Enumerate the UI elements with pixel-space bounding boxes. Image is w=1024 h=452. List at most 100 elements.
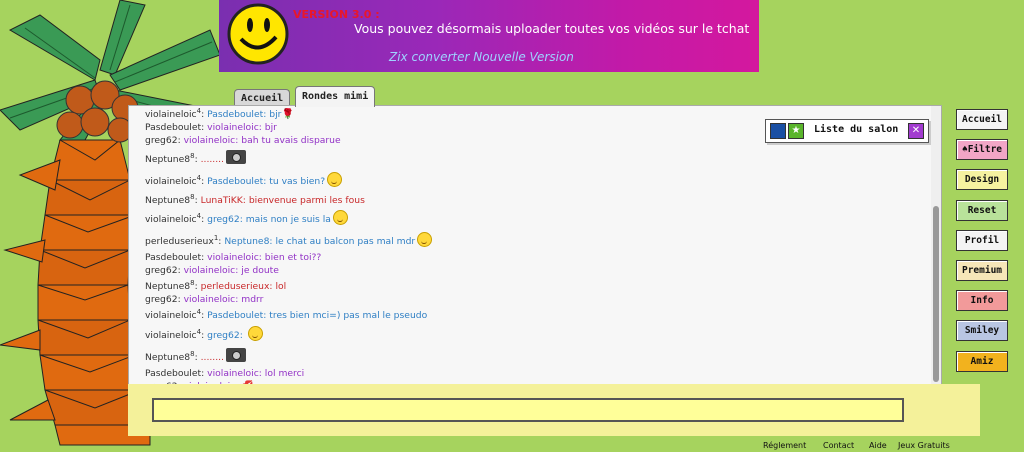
message-text: ........	[200, 351, 224, 363]
message-recipient[interactable]: greg62	[207, 330, 240, 341]
rose-icon: 🌹	[281, 109, 294, 121]
star-icon[interactable]: ★	[788, 123, 804, 139]
chat-message: violaineloic4: Pasdeboulet: tu vas bien?	[145, 169, 905, 191]
side-button-filtre[interactable]: ♠Filtre	[956, 139, 1008, 160]
message-list: violaineloic4: Pasdeboulet: bjr🌹 Pasdebou…	[145, 106, 905, 385]
tab-rondes-mimi[interactable]: Rondes mimi	[295, 86, 376, 107]
side-button-profil[interactable]: Profil	[956, 230, 1008, 251]
side-button-amiz[interactable]: Amiz	[956, 351, 1008, 372]
chat-message: violaineloic4: greg62:	[145, 323, 905, 345]
message-recipient[interactable]: Pasdeboulet	[207, 109, 263, 120]
message-text: bjr	[269, 109, 282, 121]
smiley-emoticon-icon	[247, 325, 263, 341]
sender-level: 4	[196, 327, 202, 336]
message-recipient[interactable]: greg62	[207, 214, 240, 225]
room-list-label: Liste du salon	[814, 124, 899, 135]
side-button-info[interactable]: Info	[956, 290, 1008, 311]
sender-level: 1	[213, 234, 219, 243]
message-recipient[interactable]: violaineloic	[207, 122, 259, 133]
message-sender[interactable]: Pasdeboulet	[145, 368, 201, 379]
sender-level: 4	[196, 174, 202, 183]
message-recipient[interactable]: violaineloic	[207, 368, 259, 379]
camera-icon	[225, 347, 246, 362]
message-sender[interactable]: Neptune8	[145, 154, 190, 165]
message-text: je doute	[241, 265, 279, 277]
message-sender[interactable]: Pasdeboulet	[145, 122, 201, 133]
message-sender[interactable]: greg62	[145, 135, 178, 146]
smiley-emoticon-icon	[332, 210, 348, 226]
message-recipient[interactable]: Neptune8	[224, 236, 269, 247]
sender-level: 4	[196, 212, 202, 221]
chat-message: violaineloic4: greg62: mais non je suis …	[145, 207, 905, 229]
sender-level: 8	[190, 152, 195, 161]
sender-level: 4	[196, 107, 202, 115]
message-text: tres bien mci=) pas mal le pseudo	[269, 310, 428, 322]
footer-link-jeux-gratuits[interactable]: Jeux Gratuits	[898, 441, 950, 450]
message-sender[interactable]: Neptune8	[145, 281, 190, 292]
message-recipient[interactable]: LunaTiKK	[201, 195, 243, 206]
message-recipient[interactable]: violaineloic	[184, 265, 236, 276]
close-icon[interactable]: ✕	[908, 123, 924, 139]
message-sender[interactable]: Pasdeboulet	[145, 252, 201, 263]
message-text: bien et toi??	[264, 252, 322, 264]
chat-scrollbar[interactable]	[931, 106, 941, 385]
message-recipient[interactable]: violaineloic	[184, 135, 236, 146]
message-text: tu vas bien?	[269, 176, 326, 188]
message-text: bienvenue parmi les fous	[248, 195, 365, 207]
zix-converter-link[interactable]: Zix converter Nouvelle Version	[389, 50, 574, 64]
sender-level: 8	[190, 349, 195, 358]
side-button-smiley[interactable]: Smiley	[956, 320, 1008, 341]
message-recipient[interactable]: perleduserieux	[201, 281, 270, 292]
message-text: bah tu avais disparue	[241, 135, 341, 147]
message-recipient[interactable]: violaineloic	[184, 294, 236, 305]
chat-message-panel[interactable]: violaineloic4: Pasdeboulet: bjr🌹 Pasdebou…	[128, 105, 942, 386]
message-text: lol merci	[264, 367, 305, 379]
sender-level: 8	[190, 193, 195, 202]
message-sender[interactable]: perleduserieux	[145, 236, 214, 247]
chat-message: Pasdeboulet: violaineloic: lol merci	[145, 367, 305, 379]
message-recipient[interactable]: Pasdeboulet	[207, 176, 263, 187]
message-sender[interactable]: violaineloic	[145, 176, 197, 187]
side-button-reset[interactable]: Reset	[956, 200, 1008, 221]
message-sender[interactable]: violaineloic	[145, 330, 197, 341]
footer-link-aide[interactable]: Aide	[869, 441, 887, 450]
message-input-bar	[128, 384, 980, 436]
message-sender[interactable]: Neptune8	[145, 352, 190, 363]
footer-link-contact[interactable]: Contact	[823, 441, 854, 450]
smiley-emoticon-icon	[417, 232, 433, 248]
message-sender[interactable]: violaineloic	[145, 214, 197, 225]
chat-message: perleduserieux1: Neptune8: le chat au ba…	[145, 229, 905, 251]
message-input[interactable]	[152, 398, 904, 422]
message-text: bjr	[264, 122, 277, 134]
chat-message: greg62: violaineloic: mdrr	[145, 294, 264, 306]
message-text: mdrr	[241, 294, 264, 306]
sender-level: 4	[196, 308, 202, 317]
smiley-logo-icon	[227, 3, 289, 65]
room-list-panel[interactable]: ★ Liste du salon ✕	[765, 119, 929, 143]
message-sender[interactable]: Neptune8	[145, 195, 190, 206]
message-sender[interactable]: greg62	[145, 265, 178, 276]
sender-level: 8	[190, 279, 195, 288]
message-recipient[interactable]: Pasdeboulet	[207, 311, 263, 322]
banner-message: Vous pouvez désormais uploader toutes vo…	[354, 21, 750, 36]
side-button-design[interactable]: Design	[956, 169, 1008, 190]
chat-message: Neptune88: ........	[145, 345, 905, 367]
promo-banner[interactable]: VERSION 3.0 : Vous pouvez désormais uplo…	[219, 0, 759, 72]
chat-message: greg62: violaineloic: je doute	[145, 265, 279, 277]
chat-message: violaineloic4: Pasdeboulet: tres bien mc…	[145, 308, 428, 322]
message-text: ........	[200, 154, 224, 166]
message-text: mais non je suis la	[245, 214, 331, 226]
message-sender[interactable]: greg62	[145, 294, 178, 305]
smiley-emoticon-icon	[327, 172, 343, 188]
side-button-accueil[interactable]: Accueil	[956, 109, 1008, 130]
scrollbar-thumb[interactable]	[933, 206, 939, 382]
chat-message: Neptune88: perleduserieux: lol	[145, 279, 287, 293]
message-text: lol	[275, 281, 287, 293]
message-sender[interactable]: violaineloic	[145, 109, 197, 120]
side-button-premium[interactable]: Premium	[956, 260, 1008, 281]
message-recipient[interactable]: violaineloic	[207, 252, 259, 263]
message-sender[interactable]: violaineloic	[145, 311, 197, 322]
webcam-icon[interactable]	[770, 123, 786, 139]
footer-link-reglement[interactable]: Réglement	[763, 441, 806, 450]
chat-message: Neptune88: ........	[145, 147, 905, 169]
